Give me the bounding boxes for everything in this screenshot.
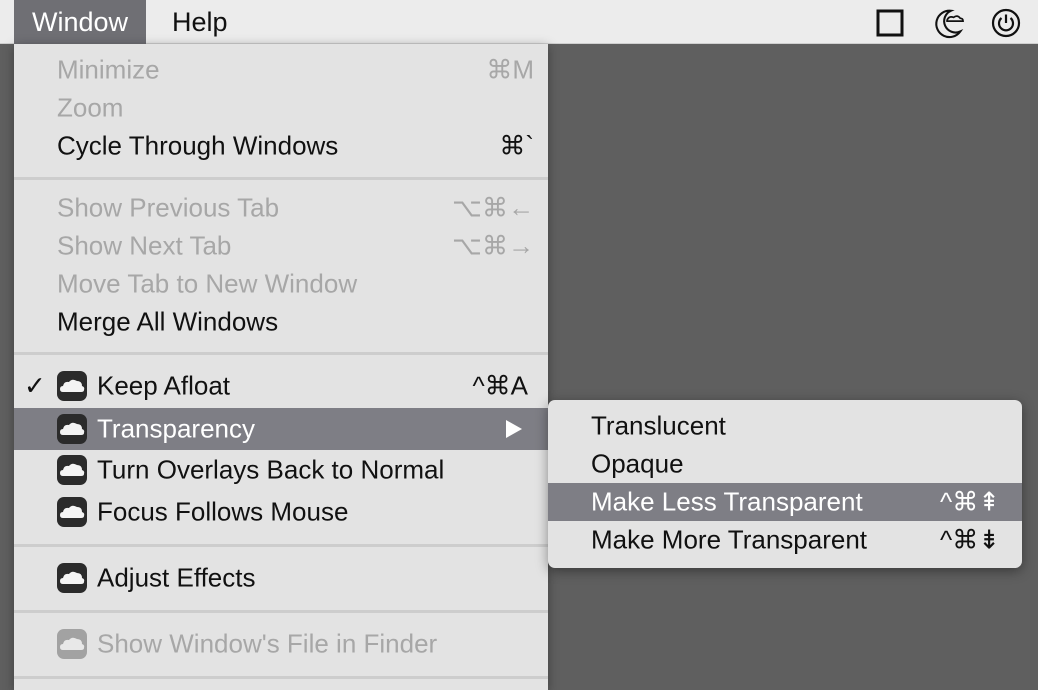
menu-item-adjust-effects[interactable]: Adjust Effects	[14, 559, 548, 597]
menu-item-shortcut: ⌘`	[499, 130, 534, 161]
menu-item-keep-afloat[interactable]: ✓ Keep Afloat ^⌘A	[14, 367, 548, 405]
menu-item-label: Zoom	[57, 92, 124, 123]
menu-item-label: Adjust Effects	[97, 562, 256, 593]
menu-item-show-previous-tab[interactable]: Show Previous Tab ⌥⌘←	[14, 189, 548, 227]
menu-item-move-tab[interactable]: Move Tab to New Window	[14, 265, 548, 303]
menubar-window[interactable]: Window	[14, 0, 147, 44]
menu-item-turn-overlays-normal[interactable]: Turn Overlays Back to Normal	[14, 451, 548, 489]
menu-item-label: Minimize	[57, 54, 160, 85]
menu-item-label: Show Previous Tab	[57, 192, 280, 223]
menu-item-label: Merge All Windows	[57, 306, 279, 337]
square-icon[interactable]	[874, 7, 906, 39]
menu-item-merge-all-windows[interactable]: Merge All Windows	[14, 303, 548, 341]
menu-item-label: Show Next Tab	[57, 230, 232, 261]
menu-item-label: Cycle Through Windows	[57, 130, 339, 161]
cloud-icon	[57, 371, 87, 401]
submenu-item-make-less-transparent[interactable]: Make Less Transparent ^⌘⇞	[548, 483, 1022, 521]
menu-separator	[14, 352, 548, 355]
menu-item-label: Transparency	[97, 413, 255, 444]
menu-bar: Window Help	[0, 0, 1038, 44]
menu-item-show-file-in-finder[interactable]: Show Window's File in Finder	[14, 625, 548, 663]
submenu-item-label: Make Less Transparent	[591, 486, 863, 517]
menu-item-cycle-windows[interactable]: Cycle Through Windows ⌘`	[14, 127, 548, 165]
cloud-icon	[57, 455, 87, 485]
submenu-item-shortcut: ^⌘⇟	[940, 524, 1000, 555]
menu-separator	[14, 610, 548, 613]
menu-item-shortcut: ⌥⌘→	[452, 230, 534, 261]
menu-item-shortcut: ⌥⌘←	[452, 192, 534, 223]
menu-item-focus-follows-mouse[interactable]: Focus Follows Mouse	[14, 493, 548, 531]
transparency-submenu: Translucent Opaque Make Less Transparent…	[548, 400, 1022, 568]
power-icon[interactable]	[990, 7, 1022, 39]
submenu-item-label: Make More Transparent	[591, 524, 868, 555]
menubar-help[interactable]: Help	[154, 0, 246, 44]
submenu-item-shortcut: ^⌘⇞	[940, 486, 1000, 517]
window-menu: Minimize ⌘M Zoom Cycle Through Windows ⌘…	[14, 44, 548, 690]
menu-separator	[14, 544, 548, 547]
cloud-icon	[57, 563, 87, 593]
menu-item-label: Move Tab to New Window	[57, 268, 358, 299]
submenu-item-label: Translucent	[591, 410, 726, 441]
submenu-arrow-icon	[506, 420, 522, 438]
menu-item-zoom[interactable]: Zoom	[14, 89, 548, 127]
submenu-item-label: Opaque	[591, 448, 684, 479]
checkmark-icon: ✓	[24, 370, 46, 401]
cloud-icon	[57, 414, 87, 444]
submenu-item-make-more-transparent[interactable]: Make More Transparent ^⌘⇟	[548, 521, 1022, 559]
cloud-icon	[57, 629, 87, 659]
menu-item-label: Turn Overlays Back to Normal	[97, 454, 445, 485]
menu-item-transparency[interactable]: Transparency	[14, 408, 548, 450]
menu-item-label: Show Window's File in Finder	[97, 628, 438, 659]
menu-separator	[14, 676, 548, 679]
menu-item-minimize[interactable]: Minimize ⌘M	[14, 51, 548, 89]
menu-item-show-next-tab[interactable]: Show Next Tab ⌥⌘→	[14, 227, 548, 265]
menu-item-shortcut: ^⌘A	[472, 370, 528, 401]
menu-item-shortcut: ⌘M	[486, 54, 534, 85]
submenu-item-translucent[interactable]: Translucent	[548, 407, 1022, 445]
menu-item-label: Keep Afloat	[97, 370, 230, 401]
menu-item-label: Focus Follows Mouse	[97, 496, 349, 527]
menu-separator	[14, 177, 548, 180]
cloud-icon	[57, 497, 87, 527]
submenu-item-opaque[interactable]: Opaque	[548, 445, 1022, 483]
moon-cloud-icon[interactable]	[932, 7, 964, 39]
